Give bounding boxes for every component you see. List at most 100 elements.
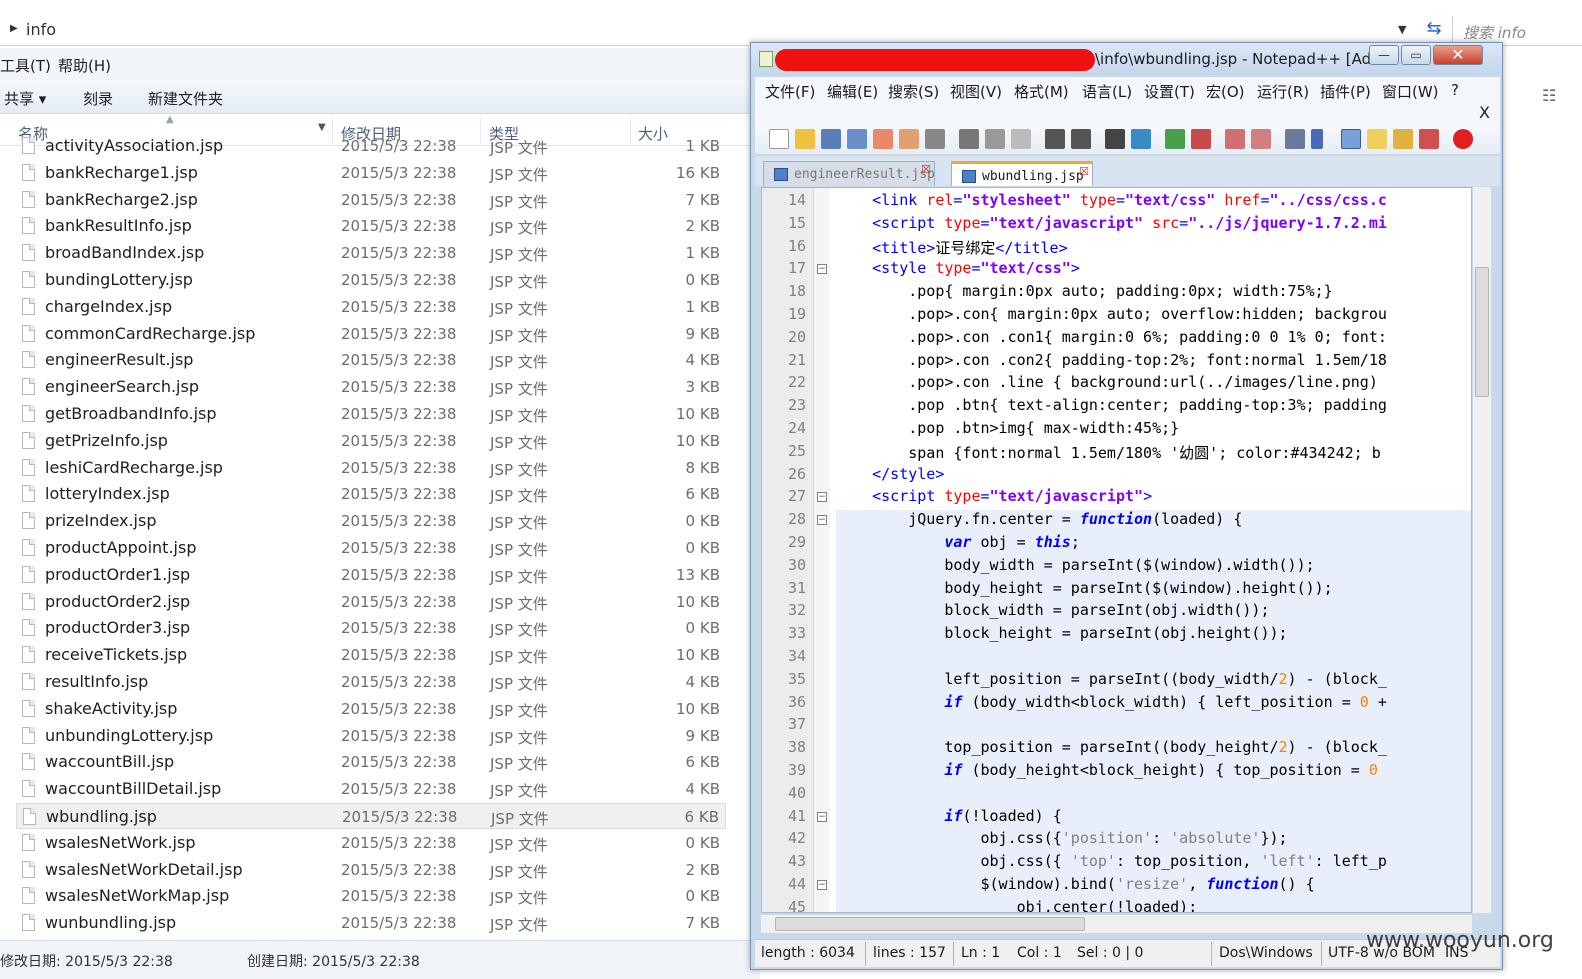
code-line[interactable]: <title>证号绑定</title> <box>836 237 1471 260</box>
file-row[interactable]: chargeIndex.jsp 2015/5/3 22:38 JSP 文件 1 KB <box>16 294 726 320</box>
menu-format[interactable]: 格式(M) <box>1014 81 1069 102</box>
scrollbar-thumb[interactable] <box>775 917 1085 931</box>
code-line[interactable]: <script type="text/javascript" src="../j… <box>836 214 1471 237</box>
file-row[interactable]: activityAssociation.jsp 2015/5/3 22:38 JSP… <box>16 136 726 159</box>
code-line[interactable]: block_width = parseInt(obj.width()); <box>836 601 1471 625</box>
close-file-icon[interactable] <box>873 129 893 149</box>
code-line[interactable]: .pop .btn>img{ max-width:45%;} <box>836 419 1471 442</box>
paste-icon[interactable] <box>1011 129 1031 149</box>
code-line[interactable]: $(window).bind('resize', function() { <box>836 875 1471 898</box>
cut-icon[interactable] <box>959 129 979 149</box>
menu-file[interactable]: 文件(F) <box>765 81 815 102</box>
menu-edit[interactable]: 编辑(E) <box>827 81 878 102</box>
file-row[interactable]: engineerResult.jsp 2015/5/3 22:38 JSP 文件 4 … <box>16 347 726 373</box>
file-row[interactable]: engineerSearch.jsp 2015/5/3 22:38 JSP 文件 3 … <box>16 374 726 400</box>
code-line[interactable]: obj.css({'position': 'absolute'}); <box>836 829 1471 853</box>
menu-help-question[interactable]: ? <box>1451 81 1459 99</box>
code-line[interactable]: .pop{ margin:0px auto; padding:0px; widt… <box>836 282 1471 305</box>
fold-toggle-icon[interactable]: − <box>817 264 827 275</box>
address-path[interactable]: info <box>26 20 56 39</box>
menu-run[interactable]: 运行(R) <box>1257 81 1309 102</box>
code-line[interactable]: span {font:normal 1.5em/180% '幼圆'; color… <box>836 442 1471 465</box>
refresh-icon[interactable]: ⇆ <box>1422 18 1446 42</box>
file-row[interactable]: wsalesNetWorkMap.jsp 2015/5/3 22:38 JSP 文件… <box>16 883 726 909</box>
file-row[interactable]: shakeActivity.jsp 2015/5/3 22:38 JSP 文件 10 … <box>16 696 726 722</box>
file-row[interactable]: broadBandIndex.jsp 2015/5/3 22:38 JSP 文件 1 … <box>16 240 726 266</box>
close-document-icon[interactable]: X <box>1479 103 1490 122</box>
file-row[interactable]: getPrizeInfo.jsp 2015/5/3 22:38 JSP 文件 10 K… <box>16 428 726 454</box>
file-row[interactable]: wunbundling.jsp 2015/5/3 22:38 JSP 文件 7 KB <box>16 910 726 936</box>
code-line[interactable]: </style> <box>836 465 1471 488</box>
code-line[interactable]: <script type="text/javascript"> <box>836 487 1471 510</box>
code-line[interactable]: <link rel="stylesheet" type="text/css" h… <box>836 191 1471 214</box>
code-line[interactable] <box>836 783 1471 807</box>
record-macro-icon[interactable] <box>1453 129 1473 149</box>
zoom-out-icon[interactable] <box>1191 129 1211 149</box>
print-icon[interactable] <box>925 129 945 149</box>
file-row[interactable]: productOrder1.jsp 2015/5/3 22:38 JSP 文件 13 … <box>16 562 726 588</box>
file-row[interactable]: productOrder3.jsp 2015/5/3 22:38 JSP 文件 0 K… <box>16 615 726 641</box>
code-line[interactable] <box>836 715 1471 739</box>
code-line[interactable]: obj.css({ 'top': top_position, 'left': l… <box>836 852 1471 875</box>
fold-margin[interactable] <box>814 188 830 912</box>
sync-horizontal-icon[interactable] <box>1251 129 1271 149</box>
file-row[interactable]: bankRecharge2.jsp 2015/5/3 22:38 JSP 文件 7 K… <box>16 187 726 213</box>
code-line[interactable]: body_width = parseInt($(window).width())… <box>836 555 1471 579</box>
code-line[interactable]: if (body_height<block_height) { top_posi… <box>836 761 1471 784</box>
file-row[interactable]: bankResultInfo.jsp 2015/5/3 22:38 JSP 文件 2 … <box>16 213 726 239</box>
code-line[interactable]: .pop .btn{ text-align:center; padding-to… <box>836 396 1471 419</box>
fold-toggle-icon[interactable]: − <box>817 811 827 822</box>
menu-view[interactable]: 视图(V) <box>950 81 1002 102</box>
address-dropdown-icon[interactable]: ▼ <box>1398 23 1406 36</box>
doc-map-icon[interactable] <box>1393 129 1413 149</box>
menu-help[interactable]: 帮助(H) <box>58 55 111 76</box>
tab-wbundling[interactable]: wbundling.jsp ☒ <box>951 161 1093 186</box>
code-line[interactable] <box>836 647 1471 670</box>
vertical-scrollbar[interactable] <box>1473 187 1491 913</box>
menu-tools[interactable]: 工具(T) <box>0 55 51 76</box>
maximize-button[interactable]: ▭ <box>1401 45 1431 65</box>
breadcrumb-arrow-icon[interactable]: ▶ <box>10 23 18 34</box>
new-file-icon[interactable] <box>769 129 789 149</box>
new-folder-button[interactable]: 新建文件夹 <box>148 88 223 109</box>
code-line[interactable]: left_position = parseInt((body_width/2) … <box>836 669 1471 693</box>
fold-toggle-icon[interactable]: − <box>817 515 827 526</box>
code-line[interactable]: .pop>.con .con2{ padding-top:2%; font:no… <box>836 351 1471 374</box>
file-row[interactable]: resultInfo.jsp 2015/5/3 22:38 JSP 文件 4 KB <box>16 669 726 695</box>
column-dropdown-icon[interactable]: ▼ <box>318 122 326 133</box>
copy-icon[interactable] <box>985 129 1005 149</box>
undo-icon[interactable] <box>1045 129 1065 149</box>
file-row[interactable]: commonCardRecharge.jsp 2015/5/3 22:38 JSP … <box>16 321 726 347</box>
file-row[interactable]: lotteryIndex.jsp 2015/5/3 22:38 JSP 文件 6 KB <box>16 481 726 507</box>
fold-toggle-icon[interactable]: − <box>817 492 827 503</box>
menu-search[interactable]: 搜索(S) <box>888 81 939 102</box>
code-line[interactable]: top_position = parseInt((body_height/2) … <box>836 738 1471 761</box>
file-row[interactable]: wsalesNetWork.jsp 2015/5/3 22:38 JSP 文件 0 K… <box>16 830 726 856</box>
code-editor[interactable]: 14 15 16 17 18 19 20 21 22 23 24 25 26 27 28 29 30 31 32 33… <box>761 187 1472 913</box>
sync-scroll-icon[interactable] <box>1225 129 1245 149</box>
zoom-in-icon[interactable] <box>1165 129 1185 149</box>
minimize-button[interactable]: — <box>1369 45 1399 65</box>
close-button[interactable]: ✕ <box>1433 45 1483 65</box>
file-row[interactable]: waccountBillDetail.jsp 2015/5/3 22:38 JSP … <box>16 776 726 802</box>
code-line[interactable]: block_height = parseInt(obj.height()); <box>836 624 1471 647</box>
code-line[interactable]: .pop>.con .line { background:url(../imag… <box>836 373 1471 396</box>
burn-button[interactable]: 刻录 <box>83 88 113 109</box>
redo-icon[interactable] <box>1071 129 1091 149</box>
fold-toggle-icon[interactable]: − <box>817 880 827 890</box>
code-line[interactable]: if (body_width<block_width) { left_posit… <box>836 692 1471 716</box>
file-row[interactable]: bankRecharge1.jsp 2015/5/3 22:38 JSP 文件 16 … <box>16 160 726 186</box>
find-icon[interactable] <box>1105 129 1125 149</box>
code-line[interactable]: jQuery.fn.center = function(loaded) { <box>836 510 1471 533</box>
show-all-chars-icon[interactable] <box>1311 129 1323 149</box>
tab-close-icon[interactable]: ☒ <box>1079 165 1089 178</box>
word-wrap-icon[interactable] <box>1285 129 1305 149</box>
scrollbar-thumb[interactable] <box>1475 267 1489 397</box>
file-row[interactable]: productOrder2.jsp 2015/5/3 22:38 JSP 文件 10 … <box>16 589 726 615</box>
tab-close-icon[interactable]: ☒ <box>921 163 931 176</box>
save-icon[interactable] <box>821 129 841 149</box>
file-row[interactable]: prizeIndex.jsp 2015/5/3 22:38 JSP 文件 0 KB <box>16 508 726 534</box>
file-row[interactable]: getBroadbandInfo.jsp 2015/5/3 22:38 JSP 文件… <box>16 401 726 427</box>
file-row[interactable]: receiveTickets.jsp 2015/5/3 22:38 JSP 文件 10… <box>16 642 726 668</box>
menu-settings[interactable]: 设置(T) <box>1144 81 1195 102</box>
